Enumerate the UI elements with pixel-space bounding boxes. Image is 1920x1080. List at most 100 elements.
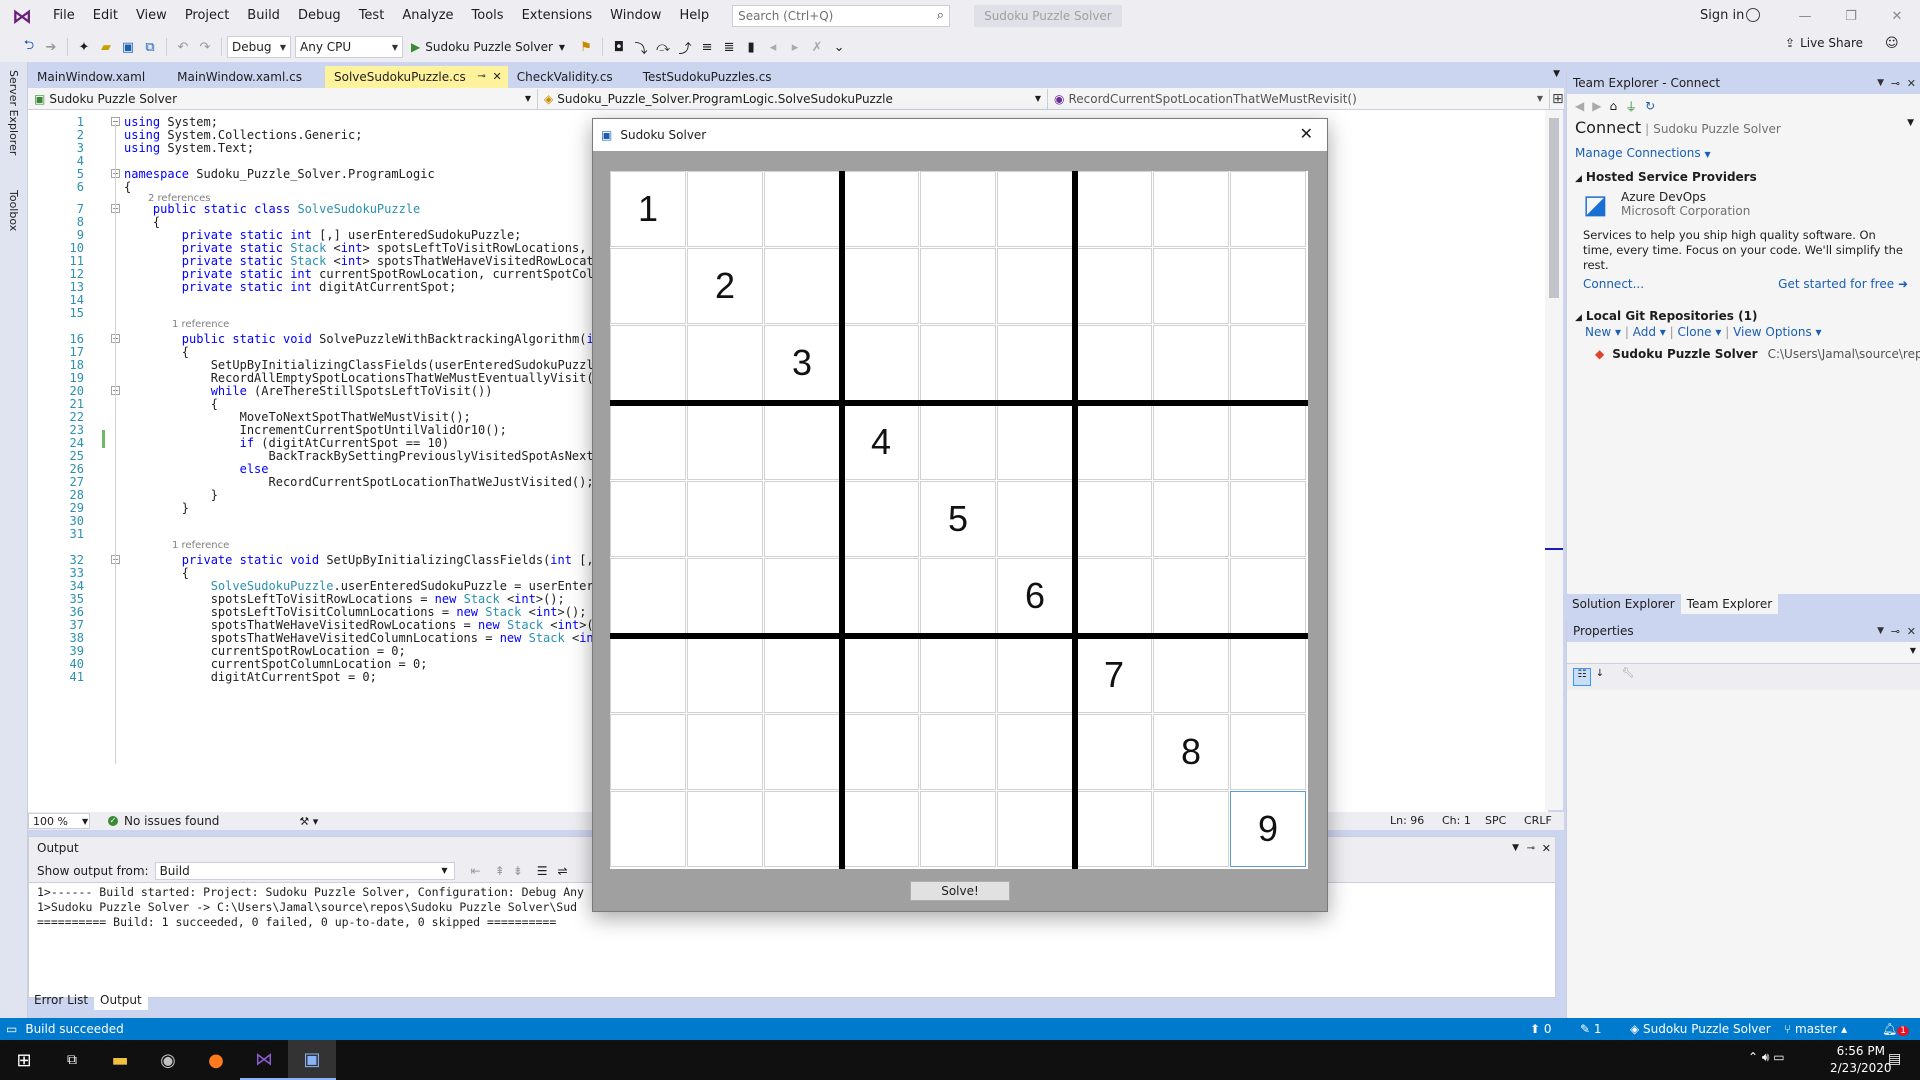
sudoku-cell[interactable]	[687, 791, 763, 867]
menu-tools[interactable]: Tools	[463, 0, 513, 32]
sudoku-app-taskbar-icon[interactable]: ▣	[288, 1040, 336, 1080]
sudoku-cell[interactable]	[764, 637, 840, 713]
sudoku-cell[interactable]	[1076, 171, 1152, 247]
account-icon[interactable]	[1746, 8, 1760, 22]
sudoku-cell[interactable]	[920, 558, 996, 634]
menu-help[interactable]: Help	[670, 0, 718, 32]
sudoku-cell[interactable]	[1076, 558, 1152, 634]
local-repos-section[interactable]: ◢ Local Git Repositories (1)	[1567, 309, 1920, 323]
next-bookmark-icon[interactable]: ▸	[784, 36, 806, 58]
step-into-icon[interactable]: ⤵	[630, 36, 652, 58]
connect-plug-icon[interactable]: ⏚	[1625, 98, 1637, 115]
code-cleanup-icon[interactable]: ⚒ ▾	[299, 815, 318, 828]
code-line[interactable]: private static int digitAtCurrentSpot;	[124, 279, 457, 295]
menu-debug[interactable]: Debug	[289, 0, 350, 32]
sudoku-cell[interactable]: 4	[843, 404, 919, 480]
branch-indicator[interactable]: ⑂ master ▴	[1784, 1022, 1847, 1036]
code-line[interactable]: public static class SolveSudokuPuzzle	[124, 201, 420, 217]
tab-testsudokupuzzles-cs[interactable]: TestSudokuPuzzles.cs	[634, 66, 781, 88]
maximize-icon[interactable]: ❐	[1828, 0, 1874, 32]
feedback-icon[interactable]: ☺	[1885, 36, 1899, 51]
toolbar-overflow-icon[interactable]: ⌄	[828, 36, 850, 58]
menu-test[interactable]: Test	[350, 0, 394, 32]
sudoku-cell[interactable]	[764, 481, 840, 557]
sudoku-cell[interactable]	[997, 714, 1073, 790]
sudoku-cell[interactable]	[997, 791, 1073, 867]
sudoku-cell[interactable]	[764, 791, 840, 867]
column-indicator[interactable]: Ch: 1	[1442, 814, 1471, 827]
new-project-icon[interactable]: ✦	[73, 36, 95, 58]
uncomment-icon[interactable]: ≣	[718, 36, 740, 58]
get-started-link[interactable]: Get started for free ➜	[1778, 277, 1908, 291]
tab-error-list[interactable]: Error List	[28, 990, 94, 1010]
menu-view[interactable]: View	[127, 0, 176, 32]
sudoku-cell[interactable]	[920, 171, 996, 247]
repo-list-item[interactable]: ◆ Sudoku Puzzle Solver C:\Users\Jamal\so…	[1567, 347, 1920, 361]
sudoku-cell[interactable]: 8	[1153, 714, 1229, 790]
categorized-icon[interactable]: ☷	[1573, 668, 1591, 686]
output-source-dropdown[interactable]: Build ▼	[154, 861, 455, 880]
pending-changes-indicator[interactable]: ✎ 1	[1580, 1022, 1602, 1036]
sudoku-cell[interactable]	[610, 248, 686, 324]
chevron-down-icon[interactable]: ▼	[1907, 118, 1914, 128]
sudoku-cell[interactable]	[610, 404, 686, 480]
pin-icon[interactable]: ⊸	[477, 66, 485, 88]
sign-in-link[interactable]: Sign in	[1700, 0, 1744, 32]
sudoku-cell[interactable]	[920, 714, 996, 790]
sudoku-cell[interactable]	[920, 325, 996, 401]
back-icon[interactable]: ⮌	[18, 36, 40, 58]
sudoku-cell[interactable]: 2	[687, 248, 763, 324]
sudoku-cell[interactable]	[687, 481, 763, 557]
menu-file[interactable]: File	[44, 0, 84, 32]
sudoku-cell[interactable]	[920, 637, 996, 713]
toolbox-tab[interactable]: Toolbox	[7, 190, 20, 231]
windows-start-icon[interactable]: ⊞	[0, 1040, 48, 1080]
sudoku-cell[interactable]	[997, 637, 1073, 713]
sudoku-cell[interactable]: 5	[920, 481, 996, 557]
menu-analyze[interactable]: Analyze	[393, 0, 462, 32]
object-selector-dropdown[interactable]: ▼	[1567, 642, 1920, 664]
home-icon[interactable]: ⌂	[1609, 99, 1617, 113]
sudoku-cell[interactable]	[1230, 325, 1306, 401]
sudoku-cell[interactable]	[1230, 171, 1306, 247]
tab-output[interactable]: Output	[94, 990, 148, 1010]
whitespace-indicator[interactable]: SPC	[1485, 814, 1506, 827]
sudoku-cell[interactable]	[1076, 248, 1152, 324]
sudoku-cell[interactable]	[1153, 481, 1229, 557]
sudoku-cell[interactable]	[687, 171, 763, 247]
solve-button[interactable]: Solve!	[910, 881, 1010, 901]
scrollbar-thumb[interactable]	[1549, 118, 1559, 298]
close-icon[interactable]: ✕	[1874, 0, 1920, 32]
sudoku-cell[interactable]	[920, 248, 996, 324]
live-share-button[interactable]: ⇪ Live Share	[1785, 36, 1863, 50]
tab-overflow-icon[interactable]: ▼	[1553, 69, 1560, 79]
pin-icon[interactable]: ⊸	[1527, 843, 1535, 854]
file-explorer-icon[interactable]: ▬	[96, 1040, 144, 1080]
sudoku-cell[interactable]: 1	[610, 171, 686, 247]
clear-all-icon[interactable]: ☰	[537, 864, 548, 878]
split-editor-icon[interactable]: ⊞	[1552, 91, 1564, 107]
panel-menu-icon[interactable]: ▼	[1877, 78, 1884, 88]
search-input[interactable]: Search (Ctrl+Q) ⌕	[732, 5, 951, 27]
sudoku-cell[interactable]	[920, 404, 996, 480]
close-panel-icon[interactable]: ✕	[1907, 77, 1916, 90]
tab-mainwindow-xaml[interactable]: MainWindow.xaml	[28, 66, 154, 88]
chrome-icon[interactable]: ◉	[144, 1040, 192, 1080]
sudoku-cell[interactable]	[687, 637, 763, 713]
sudoku-cell[interactable]	[764, 404, 840, 480]
code-line[interactable]: digitAtCurrentSpot = 0;	[124, 669, 377, 685]
sudoku-cell[interactable]	[764, 248, 840, 324]
tab-solvesudokupuzzle-cs[interactable]: SolveSudokuPuzzle.cs ⊸ ✕	[324, 66, 508, 88]
step-over-icon[interactable]: ⤼	[652, 36, 674, 58]
line-ending-indicator[interactable]: CRLF	[1524, 814, 1552, 827]
sudoku-cell[interactable]	[1230, 558, 1306, 634]
property-pages-icon[interactable]: 🔧︎	[1619, 668, 1637, 686]
sudoku-cell[interactable]	[843, 637, 919, 713]
connect-link[interactable]: Connect...	[1583, 277, 1644, 291]
manage-connections-link[interactable]: Manage Connections ▼	[1567, 146, 1920, 160]
sudoku-cell[interactable]	[1230, 404, 1306, 480]
server-explorer-tab[interactable]: Server Explorer	[7, 70, 20, 155]
system-tray-icons[interactable]: ⌃ 🔊︎ ▭	[1748, 1050, 1785, 1065]
sudoku-cell[interactable]	[843, 791, 919, 867]
hosted-providers-section[interactable]: ◢ Hosted Service Providers	[1567, 170, 1920, 184]
